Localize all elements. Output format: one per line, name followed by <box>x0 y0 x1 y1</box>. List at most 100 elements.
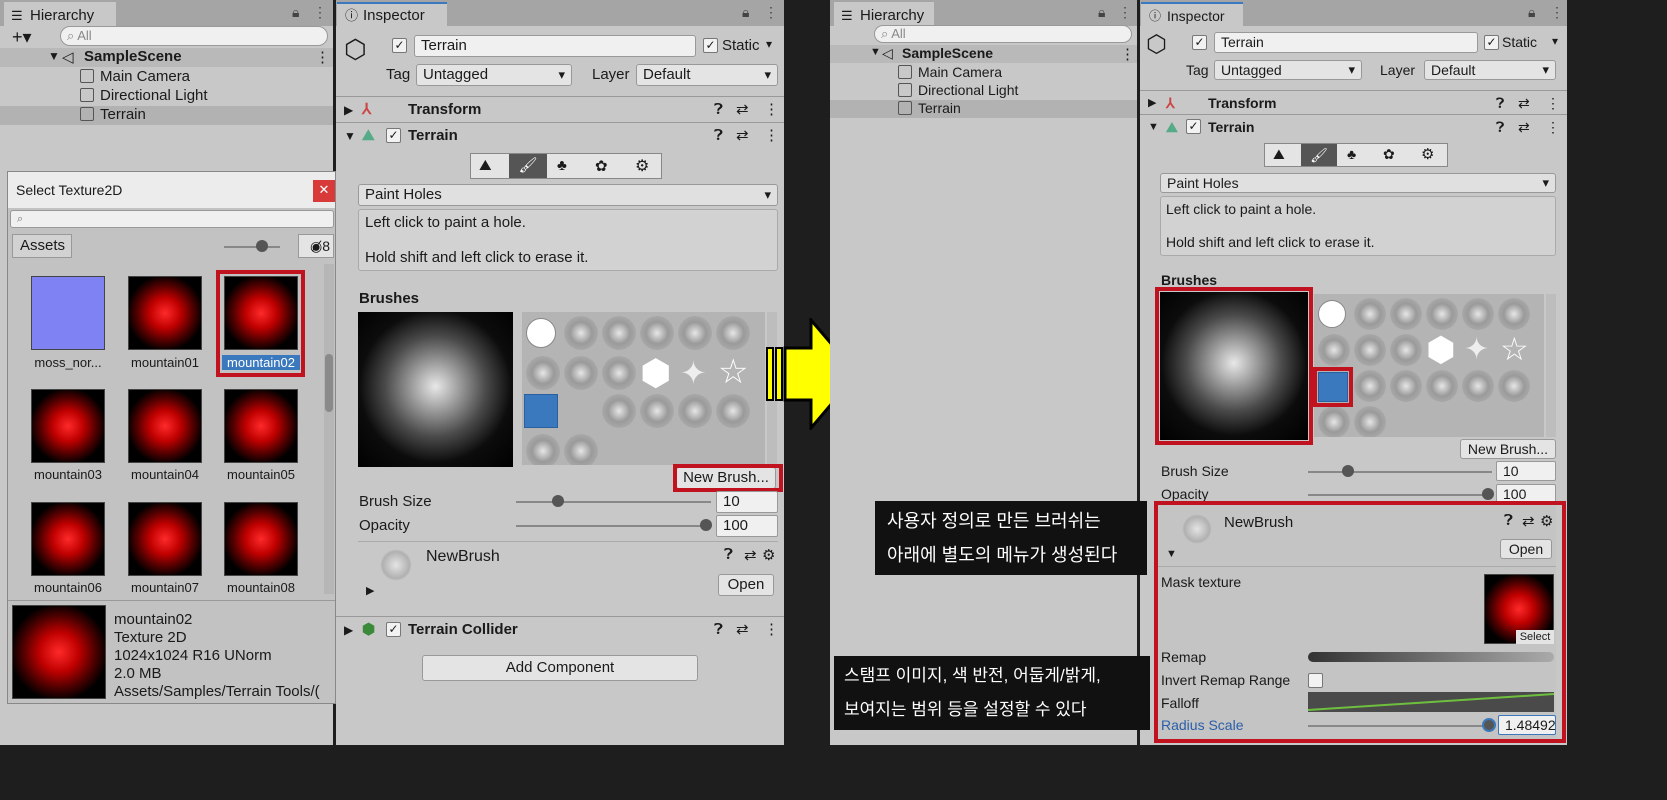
scene-more-icon[interactable]: ⋮ <box>1120 45 1135 63</box>
hierarchy-item-terrain[interactable]: Terrain <box>80 106 146 123</box>
brush-circle-hard[interactable] <box>526 318 556 348</box>
tag-dropdown[interactable]: Untagged <box>1214 60 1362 80</box>
more-icon[interactable]: ⋮ <box>764 617 779 643</box>
opacity-slider[interactable] <box>1308 494 1492 496</box>
brush-soft[interactable] <box>1390 298 1422 330</box>
texture-thumb-mountain01[interactable] <box>128 276 202 350</box>
raise-terrain-icon[interactable]: ⛰ <box>479 157 492 174</box>
settings-icon[interactable]: ⇄ <box>744 546 757 564</box>
foldout-icon[interactable]: ▶ <box>344 617 353 643</box>
add-button[interactable]: +▾ <box>12 27 32 48</box>
foldout-icon[interactable]: ▼ <box>1148 115 1159 139</box>
texture-thumb-mountain04[interactable] <box>128 389 202 463</box>
hierarchy-item-main-camera[interactable]: Main Camera <box>898 64 1002 80</box>
brush-newbrush-selected[interactable] <box>524 394 558 428</box>
brush-size-knob[interactable] <box>1342 465 1354 477</box>
hierarchy-item-main-camera[interactable]: Main Camera <box>80 68 190 85</box>
brush-size-slider[interactable] <box>516 501 711 503</box>
active-checkbox[interactable]: ✓ <box>1192 35 1207 50</box>
foldout-icon[interactable]: ▶ <box>1148 91 1156 115</box>
help-icon[interactable]: ❓︎ <box>1496 115 1504 139</box>
brush-soft[interactable] <box>1354 334 1386 366</box>
terrain-header[interactable]: ▼ ⛰ ✓ Terrain ❓︎ ⇄ ⋮ <box>336 122 784 148</box>
brush-soft[interactable] <box>1354 298 1386 330</box>
hierarchy-item-directional-light[interactable]: Directional Light <box>898 82 1018 98</box>
paint-brush-icon[interactable]: 🖌︎ <box>509 154 547 178</box>
paint-details-icon[interactable]: ✿ <box>1383 146 1395 163</box>
more-icon[interactable]: ⋮ <box>313 4 327 21</box>
brush-hexagon[interactable]: ⬢ <box>1426 330 1456 370</box>
terrain-collider-header[interactable]: ▶ ⬢ ✓ Terrain Collider ❓︎ ⇄ ⋮ <box>336 616 784 642</box>
picker-search-input[interactable]: ⌕ <box>10 210 334 228</box>
texture-thumb-mountain07[interactable] <box>128 502 202 576</box>
picker-scrollbar-thumb[interactable] <box>325 354 333 412</box>
scene-expand-icon[interactable]: ▼ <box>48 49 60 63</box>
scene-name[interactable]: SampleScene <box>902 45 993 61</box>
brush-soft[interactable] <box>1462 298 1494 330</box>
texture-thumb-moss-normal[interactable] <box>31 276 105 350</box>
brush-soft[interactable] <box>1354 406 1386 437</box>
more-icon[interactable]: ⋮ <box>764 97 779 123</box>
hierarchy-tab[interactable]: ☰ Hierarchy <box>4 2 116 26</box>
object-name-field[interactable]: Terrain <box>1214 32 1478 53</box>
brush-soft[interactable] <box>564 434 598 465</box>
foldout-icon[interactable]: ▶ <box>344 97 353 123</box>
brush-star-soft[interactable]: ✦ <box>680 354 707 392</box>
foldout-icon[interactable]: ▼ <box>344 123 356 149</box>
brush-soft[interactable] <box>678 316 712 350</box>
picker-scrollbar[interactable] <box>324 264 334 594</box>
static-label[interactable]: Static <box>1502 34 1537 50</box>
brush-soft[interactable] <box>1426 298 1458 330</box>
object-name-field[interactable]: Terrain <box>414 35 696 57</box>
terrain-enabled-checkbox[interactable]: ✓ <box>1186 119 1201 134</box>
more-icon[interactable]: ⋮ <box>764 123 779 149</box>
brush-soft[interactable] <box>602 316 636 350</box>
active-checkbox[interactable]: ✓ <box>392 38 407 53</box>
brush-soft[interactable] <box>1318 334 1350 366</box>
lock-icon[interactable]: 🔒︎ <box>742 4 749 21</box>
brush-soft[interactable] <box>526 356 560 390</box>
tag-dropdown[interactable]: Untagged <box>416 64 572 86</box>
hierarchy-tab[interactable]: ☰ Hierarchy <box>834 2 934 26</box>
settings-icon[interactable]: ⇄ <box>736 617 749 643</box>
layer-dropdown[interactable]: Default <box>1424 60 1556 80</box>
scene-expand-icon[interactable]: ▼ <box>870 46 881 58</box>
brush-star[interactable]: ☆ <box>718 352 748 392</box>
scene-more-icon[interactable]: ⋮ <box>315 48 330 66</box>
hidden-count-toggle[interactable]: ◉̸8 <box>298 234 334 258</box>
lock-icon[interactable]: 🔒︎ <box>1098 4 1105 21</box>
raise-terrain-icon[interactable]: ⛰ <box>1273 146 1285 163</box>
lock-icon[interactable]: 🔒︎ <box>1528 4 1535 21</box>
settings-icon[interactable]: ⇄ <box>1518 91 1530 115</box>
brush-soft[interactable] <box>526 434 560 465</box>
brush-hexagon[interactable]: ⬢ <box>640 352 671 394</box>
tool-dropdown[interactable]: Paint Holes <box>358 184 778 206</box>
brush-soft[interactable] <box>1462 370 1494 402</box>
layer-dropdown[interactable]: Default <box>636 64 778 86</box>
assets-tab[interactable]: Assets <box>12 234 72 258</box>
texture-thumb-mountain06[interactable] <box>31 502 105 576</box>
brush-soft[interactable] <box>1498 370 1530 402</box>
brush-size-field[interactable]: 10 <box>1496 461 1556 481</box>
static-dropdown-icon[interactable]: ▾ <box>1552 34 1558 48</box>
scene-name[interactable]: SampleScene <box>84 48 182 65</box>
lock-icon[interactable]: 🔒︎ <box>292 4 299 21</box>
terrain-settings-icon[interactable]: ⚙ <box>1421 145 1434 163</box>
texture-thumb-mountain08[interactable] <box>224 502 298 576</box>
brush-soft[interactable] <box>602 394 636 428</box>
settings-icon[interactable]: ⇄ <box>1518 115 1530 139</box>
brush-soft[interactable] <box>564 316 598 350</box>
settings-icon[interactable]: ⇄ <box>736 97 749 123</box>
texture-thumb-mountain03[interactable] <box>31 389 105 463</box>
help-icon[interactable]: ❓︎ <box>724 546 733 563</box>
collider-enabled-checkbox[interactable]: ✓ <box>386 622 401 637</box>
opacity-field[interactable]: 100 <box>716 515 778 537</box>
close-button[interactable]: ✕ <box>313 180 335 202</box>
static-checkbox[interactable]: ✓ <box>703 38 718 53</box>
more-icon[interactable]: ⋮ <box>764 4 778 21</box>
gear-icon[interactable]: ⚙ <box>762 546 775 564</box>
add-component-button[interactable]: Add Component <box>422 655 698 681</box>
brush-soft[interactable] <box>1390 370 1422 402</box>
brush-soft[interactable] <box>1354 370 1386 402</box>
brush-circle-hard[interactable] <box>1318 300 1346 328</box>
